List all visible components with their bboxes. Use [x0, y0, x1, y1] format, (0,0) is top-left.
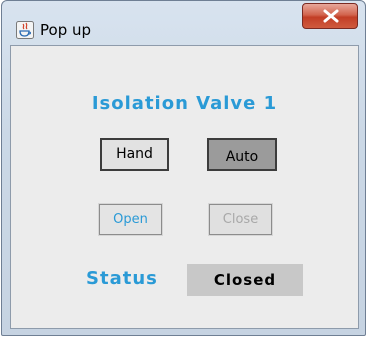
title-bar[interactable]: Pop up — [2, 1, 365, 45]
close-icon — [323, 9, 339, 23]
status-value: Closed — [187, 264, 303, 296]
status-label: Status — [86, 268, 158, 289]
hand-mode-button[interactable]: Hand — [100, 138, 169, 171]
java-app-icon — [16, 21, 34, 39]
window-close-button[interactable] — [302, 3, 358, 29]
panel-title: Isolation Valve 1 — [91, 93, 278, 114]
close-valve-button: Close — [208, 203, 273, 236]
valve-control-panel: Isolation Valve 1 Hand Auto Open Close S… — [10, 45, 359, 329]
open-valve-button[interactable]: Open — [98, 203, 163, 236]
popup-window: Pop up Isolation Valve 1 Hand Auto Open … — [1, 0, 366, 336]
auto-mode-button[interactable]: Auto — [207, 138, 277, 171]
window-title: Pop up — [40, 21, 92, 39]
